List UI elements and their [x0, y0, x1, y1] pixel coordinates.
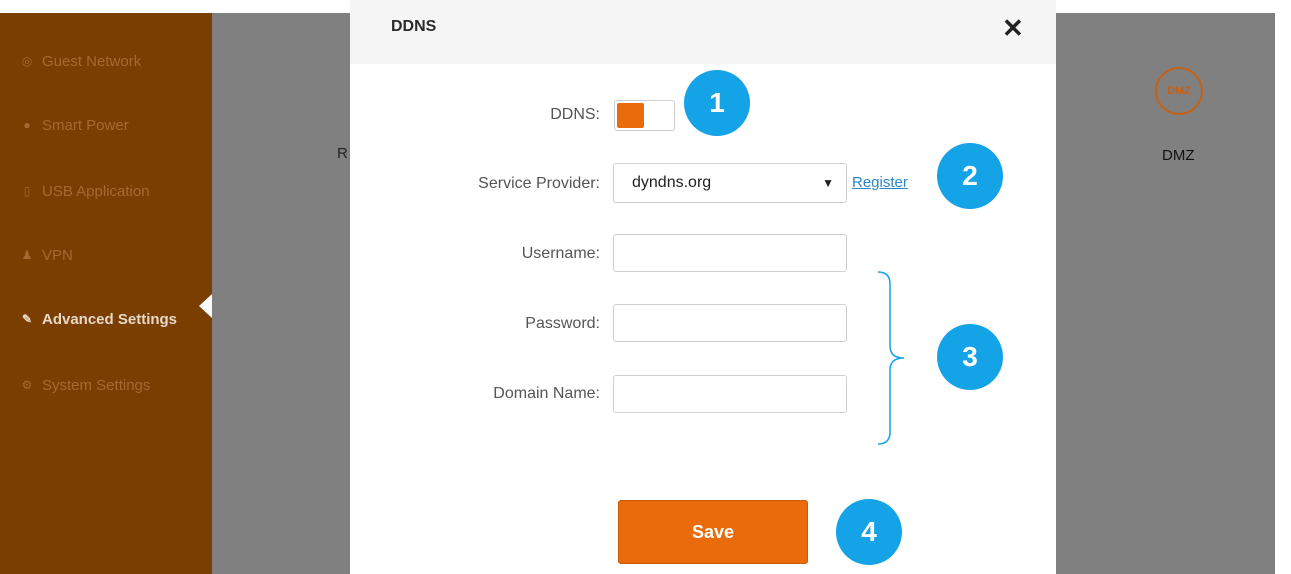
annotation-bracket: [877, 271, 905, 445]
dmz-label: DMZ: [1162, 147, 1195, 164]
wifi-icon: ◎: [21, 54, 33, 68]
wrench-icon: ✎: [21, 312, 33, 326]
sidebar-item-guest-network[interactable]: ◎ Guest Network: [20, 46, 141, 76]
service-provider-value: dyndns.org: [632, 174, 712, 191]
sidebar-item-smart-power[interactable]: ● Smart Power: [20, 110, 129, 140]
sidebar: ◎ Guest Network ● Smart Power ▯ USB Appl…: [0, 13, 212, 574]
dmz-icon: DMZ: [1155, 67, 1203, 115]
sidebar-item-system-settings[interactable]: ⚙ System Settings: [20, 370, 151, 400]
sidebar-item-label: Smart Power: [42, 116, 129, 134]
dropdown-arrow-icon: ▼: [822, 176, 834, 190]
active-indicator-caret: [199, 294, 212, 318]
sidebar-item-label: USB Application: [42, 182, 150, 200]
sidebar-item-vpn[interactable]: ♟ VPN: [20, 240, 73, 270]
sidebar-item-label: VPN: [42, 246, 73, 264]
dmz-icon-text: DMZ: [1167, 85, 1191, 97]
annotation-badge-4: 4: [836, 499, 902, 565]
close-icon[interactable]: ✕: [1002, 14, 1024, 42]
service-provider-select[interactable]: dyndns.org ▼: [613, 163, 847, 203]
domain-name-label: Domain Name:: [493, 385, 600, 402]
sidebar-item-label: System Settings: [42, 376, 151, 394]
vpn-icon: ♟: [21, 248, 33, 262]
sidebar-item-label: Advanced Settings: [42, 310, 178, 328]
annotation-badge-2: 2: [937, 143, 1003, 209]
service-provider-label: Service Provider:: [478, 175, 600, 192]
sidebar-item-label: Guest Network: [42, 52, 142, 70]
usb-icon: ▯: [23, 184, 31, 198]
sidebar-item-usb-application[interactable]: ▯ USB Application: [20, 176, 150, 206]
save-button[interactable]: Save: [618, 500, 808, 564]
username-field[interactable]: [613, 234, 847, 272]
toggle-on-indicator: [617, 103, 644, 128]
bulb-icon: ●: [23, 118, 31, 132]
background-partial-text: R: [337, 145, 348, 162]
gear-icon: ⚙: [21, 378, 33, 392]
domain-name-field[interactable]: [613, 375, 847, 413]
register-link[interactable]: Register: [852, 174, 908, 191]
password-label: Password:: [525, 315, 600, 332]
annotation-badge-1: 1: [684, 70, 750, 136]
sidebar-item-advanced-settings[interactable]: ✎ Advanced Settings: [20, 304, 177, 334]
dialog-title: DDNS: [391, 18, 437, 35]
dialog-header: DDNS ✕: [350, 0, 1056, 64]
page-edge: [1275, 13, 1291, 574]
ddns-toggle[interactable]: [614, 100, 675, 131]
ddns-toggle-label: DDNS:: [550, 106, 600, 123]
password-field[interactable]: [613, 304, 847, 342]
annotation-badge-3: 3: [937, 324, 1003, 390]
username-label: Username:: [521, 245, 600, 262]
